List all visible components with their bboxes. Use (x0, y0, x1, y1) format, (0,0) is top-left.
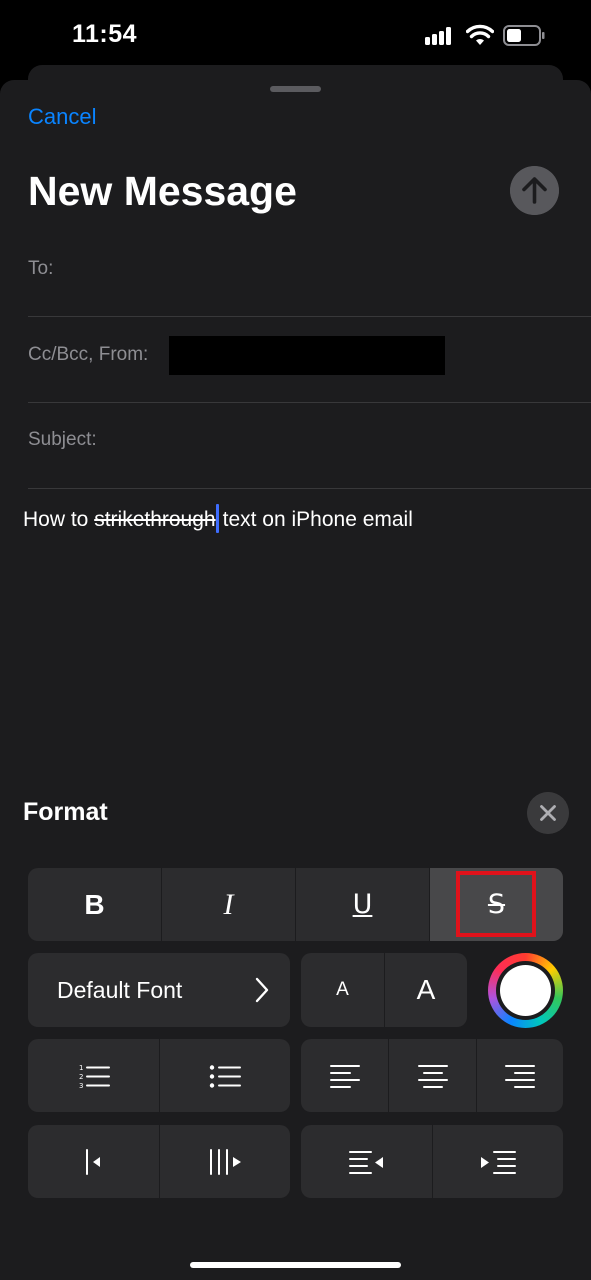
alignment-group (301, 1039, 563, 1112)
increase-indent-button[interactable] (432, 1125, 563, 1198)
font-label: Default Font (57, 977, 183, 1003)
align-right-icon (505, 1064, 535, 1088)
color-swatch (500, 965, 551, 1016)
align-right-button[interactable] (476, 1039, 563, 1112)
cellular-signal-icon (425, 27, 453, 45)
strikethrough-highlight (456, 871, 536, 937)
decrease-quote-level-button[interactable] (28, 1125, 159, 1198)
svg-text:3: 3 (79, 1082, 83, 1089)
close-format-button[interactable] (527, 792, 569, 834)
increase-quote-level-button[interactable] (159, 1125, 290, 1198)
divider (28, 488, 591, 489)
decrease-quote-icon (85, 1148, 100, 1175)
align-left-icon (329, 1064, 360, 1088)
ccbcc-from-field[interactable]: Cc/Bcc, From: (28, 344, 148, 366)
body-text-plain: How to (23, 508, 95, 531)
chevron-right-icon (255, 977, 269, 1003)
numbered-list-button[interactable]: 1 2 3 (28, 1039, 159, 1112)
clock: 11:54 (72, 20, 138, 48)
align-center-icon (417, 1064, 448, 1088)
text-cursor (215, 504, 219, 533)
align-left-button[interactable] (301, 1039, 388, 1112)
send-button[interactable] (510, 166, 559, 215)
small-a-label: A (336, 979, 349, 1000)
decrease-font-size-button[interactable]: A (301, 953, 384, 1027)
increase-quote-icon (210, 1148, 241, 1175)
redacted-from-address (169, 336, 445, 375)
status-bar: 11:54 (0, 0, 591, 70)
body-text-plain: text on iPhone email (222, 508, 413, 531)
bold-label: B (84, 888, 105, 920)
indent-group (301, 1125, 563, 1198)
increase-font-size-button[interactable]: A (384, 953, 467, 1027)
wifi-icon (466, 24, 494, 45)
underline-label: U (352, 889, 373, 920)
decrease-indent-icon (348, 1150, 383, 1174)
increase-indent-icon (481, 1150, 516, 1174)
underline-button[interactable]: U (295, 868, 429, 941)
home-indicator (190, 1262, 401, 1268)
italic-button[interactable]: I (161, 868, 295, 941)
bulleted-list-icon (209, 1064, 241, 1088)
message-body[interactable]: How to strikethrough text on iPhone email (23, 504, 413, 533)
decrease-indent-button[interactable] (301, 1125, 432, 1198)
list-group: 1 2 3 (28, 1039, 290, 1112)
font-picker-button[interactable]: Default Font (28, 953, 290, 1027)
format-title: Format (23, 798, 108, 826)
cancel-button[interactable]: Cancel (28, 104, 96, 130)
subject-field[interactable]: Subject: (28, 429, 97, 451)
bold-button[interactable]: B (28, 868, 161, 941)
divider (28, 402, 591, 403)
svg-text:1: 1 (79, 1064, 83, 1072)
svg-text:2: 2 (79, 1073, 83, 1081)
sheet-grabber[interactable] (270, 86, 321, 92)
battery-icon (503, 25, 545, 46)
font-size-group: A A (301, 953, 467, 1027)
large-a-label: A (416, 974, 436, 1005)
italic-label: I (223, 887, 234, 921)
text-color-button[interactable] (488, 953, 563, 1028)
page-title: New Message (28, 168, 297, 214)
to-field[interactable]: To: (28, 258, 53, 280)
quote-level-group (28, 1125, 290, 1198)
numbered-list-icon: 1 2 3 (79, 1064, 110, 1089)
bulleted-list-button[interactable] (159, 1039, 290, 1112)
divider (28, 316, 591, 317)
body-text-strikethrough: strikethrough (94, 508, 216, 531)
align-center-button[interactable] (388, 1039, 476, 1112)
